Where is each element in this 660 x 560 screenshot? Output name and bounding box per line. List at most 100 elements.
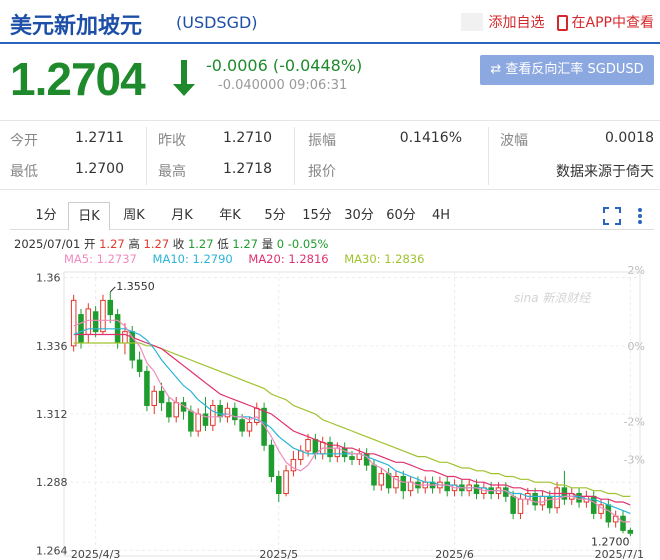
ohlc-high: 1.27 [143,237,170,251]
candle-body [246,422,253,432]
tab-60min[interactable]: 60分 [380,202,422,230]
price-change: -0.0006 (-0.0448%) [206,56,363,75]
x-tick-label: 2025/7/1 [595,548,644,560]
range-label: 波幅 [500,133,528,149]
reverse-rate-button[interactable]: ⇄ 查看反向汇率 SGDUSD [480,55,654,85]
candle-body [217,404,223,418]
candle-body [136,359,143,372]
candle-body [195,413,201,432]
pct-tick-label: -2% [624,416,645,429]
candle-body [78,314,84,344]
candle-body [107,299,114,316]
candle-body [546,495,553,509]
candle-body [224,407,231,418]
candle-body [275,475,282,495]
tab-4h[interactable]: 4H [422,202,460,230]
candle-body [239,419,245,432]
min-price-label: 1.2700 [591,535,630,548]
amplitude-label: 振幅 [308,133,336,149]
tab-1min[interactable]: 1分 [24,202,68,230]
candle-body [100,299,106,333]
ma10-line [73,328,631,514]
candle-body [85,308,92,335]
stats-divider [146,127,147,185]
y-tick-label: 1.288 [36,476,68,489]
ma30-line [73,342,631,497]
fullscreen-icon[interactable] [602,206,622,226]
y-tick-label: 1.312 [36,408,68,421]
y-tick-label: 1.36 [36,272,61,285]
candle-body [371,464,377,486]
ohlc-low: 1.27 [232,237,258,251]
stats-divider [488,127,489,185]
candle-body [283,470,289,495]
amplitude-value: 0.1416% [399,130,462,146]
candle-body [473,484,480,495]
x-tick-label: 2025/4/3 [71,548,120,560]
volume-label: 量 [261,237,274,251]
candle-body [151,390,158,406]
candle-body [444,481,450,492]
pct-tick-label: 2% [628,264,645,277]
candle-body [312,439,319,455]
add-watchlist-link[interactable]: 添加自选 [489,12,545,32]
price-change-detail: -0.040000 09:06:31 [218,78,348,93]
candle-body [385,473,392,489]
candle-body [144,370,150,406]
period-tabs: 1分 日K 周K 月K 年K 5分 15分 30分 60分 4H [10,202,654,231]
ma5-line [73,319,631,523]
x-tick-label: 2025/5 [259,548,298,560]
tab-15min[interactable]: 15分 [296,202,338,230]
candle-body [341,447,348,458]
current-price: 1.2704 [10,53,146,105]
prev-close-label: 昨收 [158,133,186,149]
tab-yearly-k[interactable]: 年K [206,202,254,230]
candle-body [400,475,407,492]
phone-icon [556,15,568,31]
tab-30min[interactable]: 30分 [338,202,380,230]
header-actions: 添加自选 在APP中查看 [460,12,654,32]
candlestick-chart[interactable]: 1.361.3361.3121.2881.2642%0%-2%-3%2025/4… [0,264,660,560]
high-value: 1.2718 [223,161,272,177]
stats-divider [294,127,295,185]
candle-body [122,331,128,344]
candle-body [539,495,546,506]
candle-body [158,390,165,404]
candle-body [334,447,341,458]
candle-body [210,404,216,426]
tab-daily-k[interactable]: 日K [68,202,110,231]
more-icon[interactable] [630,206,650,226]
quote-stats: 今开 1.2711 昨收 1.2710 振幅 0.1416% 波幅 0.0018… [0,120,660,190]
low-label: 最低 [10,164,38,180]
ohlc-close: 1.27 [187,237,214,251]
data-source: 数据来源于倚天 [556,164,654,180]
candle-body [188,410,194,432]
candle-body [305,439,311,452]
candle-body [627,529,634,534]
open-value: 1.2711 [75,130,124,146]
page-title: 美元新加坡元 [10,14,143,39]
ohlc-date: 2025/07/01 [14,237,81,251]
ohlc-pct: -0.05% [287,237,329,251]
report-label: 报价 [308,164,336,180]
low-label: 低 [217,237,229,251]
low-value: 1.2700 [75,161,124,177]
ohlc-summary: 2025/07/01 开 1.27 高 1.27 收 1.27 低 1.27 量… [14,236,328,252]
close-label: 收 [172,237,185,251]
watchlist-placeholder-icon [460,13,483,31]
candle-body [297,450,304,460]
open-label: 今开 [10,133,38,149]
candle-body [605,504,612,523]
tab-5min[interactable]: 5分 [254,202,296,230]
y-tick-label: 1.336 [36,340,68,353]
candle-body [70,299,77,347]
candle-body [173,402,179,418]
pct-tick-label: -3% [624,454,645,467]
candle-body [349,456,355,460]
tab-weekly-k[interactable]: 周K [110,202,158,230]
view-in-app-link[interactable]: 在APP中查看 [572,12,654,32]
tab-monthly-k[interactable]: 月K [158,202,206,230]
high-label: 最高 [158,164,186,180]
candle-body [268,444,275,477]
sina-watermark: sina 新浪财经 [514,291,592,305]
